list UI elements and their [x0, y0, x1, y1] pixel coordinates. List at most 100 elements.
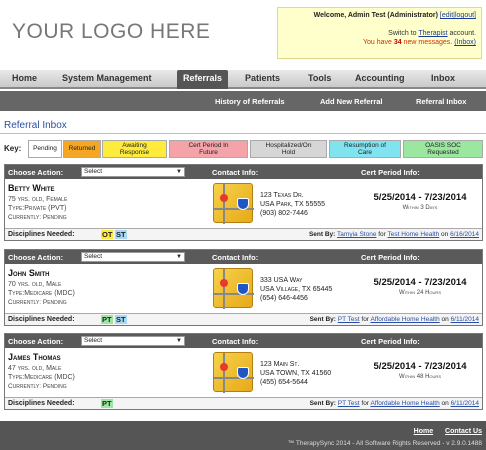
cert-period: 5/25/2014 - 7/23/2014	[373, 192, 467, 203]
card-footer: Disciplines Needed: OT ST Sent By: Tamyi…	[5, 228, 482, 240]
patient-name[interactable]: John Smith	[8, 268, 50, 278]
key-awaiting-line1: Awaiting	[122, 142, 147, 149]
welcome-text: Welcome, Admin Test	[313, 12, 386, 19]
address-line1: 123 Texas Dr.	[260, 192, 304, 199]
switch-suffix: account.	[449, 30, 476, 37]
referral-card: Choose Action: Select ▼ Contact Info: Cer…	[4, 164, 483, 241]
key-hosp-line1: Hospitalized/On	[265, 142, 312, 149]
disciplines-needed-label: Disciplines Needed:	[8, 400, 75, 407]
highway-shield-icon	[237, 283, 249, 295]
sent-by-date[interactable]: 6/16/2014	[450, 231, 479, 238]
nav-system-management[interactable]: System Management	[62, 73, 152, 83]
messages-line: You have 34 new messages. (Inbox)	[283, 39, 476, 46]
subnav-referral-inbox[interactable]: Referral Inbox	[416, 97, 466, 106]
subnav-history-of-referrals[interactable]: History of Referrals	[215, 97, 285, 106]
phone-number: (903) 802-7446	[260, 210, 308, 217]
cert-period-info-label: Cert Period Info:	[361, 168, 420, 177]
inbox-link[interactable]: (Inbox)	[454, 39, 476, 46]
discipline-badge: ST	[115, 315, 127, 324]
phone-number: (455) 654-5644	[260, 379, 308, 386]
cert-period: 5/25/2014 - 7/23/2014	[373, 361, 467, 372]
card-footer: Disciplines Needed: PT ST Sent By: PT Te…	[5, 313, 482, 325]
patient-name[interactable]: Betty White	[8, 183, 55, 193]
sent-by-org-link[interactable]: Test Home Health	[388, 231, 440, 238]
key-hospitalized: Hospitalized/On Hold	[250, 140, 327, 158]
chevron-down-icon: ▼	[176, 169, 182, 175]
key-pending: Pending	[28, 140, 62, 158]
chevron-down-icon: ▼	[176, 254, 182, 260]
map-icon[interactable]	[213, 268, 254, 309]
sent-by-person-link[interactable]: PT Test	[338, 400, 360, 407]
choose-action-label: Choose Action:	[8, 337, 64, 346]
discipline-badge: OT	[101, 230, 114, 239]
logo[interactable]: YOUR LOGO HERE	[12, 20, 210, 44]
address-line2: USA Park, TX 55555	[260, 201, 326, 208]
switch-account-line: Switch to Therapist account.	[283, 30, 476, 37]
footer-contact-link[interactable]: Contact Us	[445, 428, 482, 435]
nav-accounting[interactable]: Accounting	[355, 73, 405, 83]
sent-by-for: for	[378, 231, 386, 238]
sent-by-on: on	[441, 316, 449, 323]
key-hosp-line2: Hold	[281, 149, 296, 156]
card-footer: Disciplines Needed: PT Sent By: PT Test …	[5, 397, 482, 409]
switch-therapist-link[interactable]: Therapist	[418, 30, 447, 37]
cert-within: Within 24 Hours	[398, 290, 441, 296]
nav-patients[interactable]: Patients	[245, 73, 280, 83]
select-value: Select	[84, 168, 103, 175]
role-text: (Administrator)	[387, 12, 438, 19]
footer-home-link[interactable]: Home	[414, 428, 433, 435]
contact-info-label: Contact Info:	[212, 337, 259, 346]
sent-by-on: on	[441, 231, 449, 238]
main-nav: Home System Management Referrals Patient…	[0, 70, 486, 89]
referral-card: Choose Action: Select ▼ Contact Info: Cer…	[4, 249, 483, 326]
select-value: Select	[84, 253, 103, 260]
sent-by-date[interactable]: 6/11/2014	[451, 316, 479, 323]
cert-within: Within 48 Hours	[398, 374, 441, 380]
nav-inbox[interactable]: Inbox	[431, 73, 455, 83]
map-icon[interactable]	[213, 352, 254, 393]
nav-referrals[interactable]: Referrals	[177, 70, 229, 89]
title-divider	[0, 133, 486, 134]
sent-by-org-link[interactable]: Affordable Home Health	[370, 316, 439, 323]
sent-by-date[interactable]: 6/11/2014	[451, 400, 479, 407]
patient-status: Currently: Pending	[8, 214, 67, 221]
discipline-badge: PT	[101, 315, 113, 324]
key-roc-line2: Care	[357, 149, 373, 156]
card-header: Choose Action: Select ▼ Contact Info: Cer…	[5, 334, 482, 348]
cert-period-info-label: Cert Period Info:	[361, 337, 420, 346]
choose-action-label: Choose Action:	[8, 168, 64, 177]
chevron-down-icon: ▼	[176, 338, 182, 344]
edit-logout-link[interactable]: [edit|logout]	[440, 12, 476, 19]
map-road	[214, 293, 254, 295]
key-oasis-line2: Requested	[427, 149, 459, 156]
sent-by-org-link[interactable]: Affordable Home Health	[370, 400, 439, 407]
map-pin-icon	[220, 279, 228, 287]
subnav-add-new-referral[interactable]: Add New Referral	[320, 97, 383, 106]
disciplines-needed-label: Disciplines Needed:	[8, 231, 75, 238]
patient-name[interactable]: James Thomas	[8, 352, 61, 362]
nav-tools[interactable]: Tools	[308, 73, 331, 83]
sent-by-label: Sent By:	[309, 316, 336, 323]
disciplines-needed-label: Disciplines Needed:	[8, 316, 75, 323]
patient-type: Type:Private (PVT)	[8, 205, 67, 212]
choose-action-select[interactable]: Select ▼	[81, 167, 185, 177]
nav-home[interactable]: Home	[12, 73, 37, 83]
choose-action-select[interactable]: Select ▼	[81, 336, 185, 346]
choose-action-select[interactable]: Select ▼	[81, 252, 185, 262]
sent-by-label: Sent By:	[309, 400, 336, 407]
header: YOUR LOGO HERE Welcome, Admin Test (Admi…	[0, 0, 486, 70]
sent-by-for: for	[361, 400, 369, 407]
sent-by-label: Sent By:	[308, 231, 336, 238]
sent-by: Sent By: PT Test for Affordable Home Hea…	[310, 316, 479, 323]
map-road	[214, 377, 254, 379]
map-pin-icon	[220, 194, 228, 202]
messages-prefix: You have	[362, 39, 392, 46]
sent-by-for: for	[361, 316, 369, 323]
sent-by-person-link[interactable]: Tamyia Stone	[337, 231, 376, 238]
patient-age-gender: 47 yrs. old, Male	[8, 365, 62, 372]
choose-action-label: Choose Action:	[8, 253, 64, 262]
address-line2: USA Village, TX 65445	[260, 286, 333, 293]
sent-by-person-link[interactable]: PT Test	[338, 316, 360, 323]
key-resumption-of-care: Resumption of Care	[329, 140, 401, 158]
map-icon[interactable]	[213, 183, 254, 224]
